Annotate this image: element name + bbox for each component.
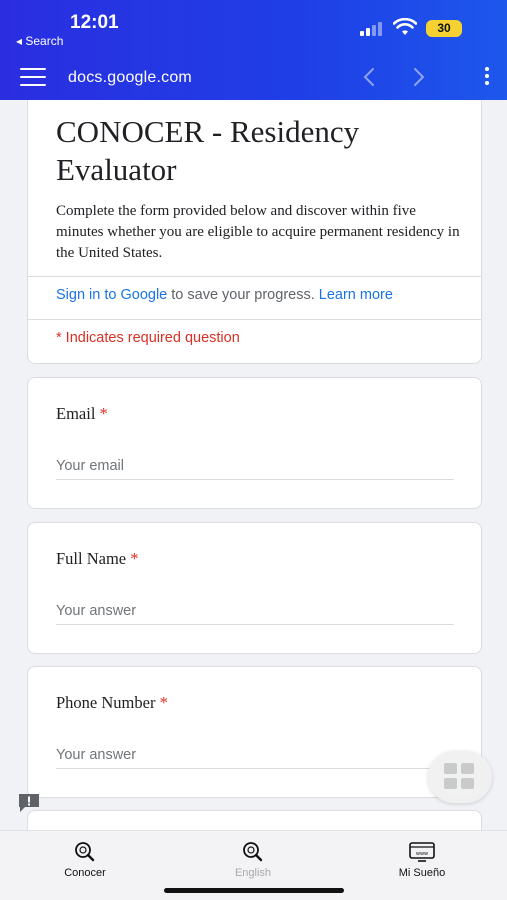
learn-more-link[interactable]: Learn more <box>319 287 393 303</box>
form-header-card: CONOCER - Residency Evaluator Complete t… <box>27 100 482 364</box>
question-label: Full Name <box>56 549 127 568</box>
svg-text:www: www <box>416 851 428 857</box>
required-star: * <box>99 404 108 423</box>
signin-text: to save your progress. <box>167 287 319 303</box>
tab-label: Conocer <box>64 867 106 879</box>
divider <box>28 319 481 320</box>
status-time: 12:01 <box>70 12 119 33</box>
search-icon <box>243 842 263 862</box>
apps-grid-button[interactable] <box>428 751 492 803</box>
question-title: Phone Number * <box>56 693 168 713</box>
signin-row: Sign in to Google to save your progress.… <box>56 287 393 303</box>
form-content[interactable]: CONOCER - Residency Evaluator Complete t… <box>0 100 507 830</box>
url-bar[interactable]: docs.google.com <box>68 69 192 87</box>
home-indicator <box>164 888 344 893</box>
required-star: * <box>130 549 139 568</box>
question-card-email: Email * <box>27 377 482 509</box>
top-bar: 12:01 ◂ Search 30 docs.google.com <box>0 0 507 100</box>
sign-in-link[interactable]: Sign in to Google <box>56 287 167 303</box>
tab-mi-sueno[interactable]: www Mi Sueño <box>377 841 467 879</box>
question-card-full-name: Full Name * <box>27 522 482 654</box>
more-options-icon[interactable] <box>480 67 494 89</box>
back-to-search-link[interactable]: ◂ Search <box>16 34 63 48</box>
email-field[interactable] <box>56 452 454 480</box>
form-title: CONOCER - Residency Evaluator <box>56 114 360 187</box>
tab-conocer[interactable]: Conocer <box>40 841 130 879</box>
divider <box>28 276 481 277</box>
wifi-icon <box>393 18 417 35</box>
forward-arrow-icon[interactable] <box>408 64 430 90</box>
back-arrow-icon[interactable] <box>358 64 380 90</box>
cellular-signal-icon <box>360 22 386 36</box>
search-icon <box>75 842 95 862</box>
tab-label: Mi Sueño <box>398 867 446 879</box>
question-label: Phone Number <box>56 693 156 712</box>
tab-english[interactable]: English <box>208 841 298 879</box>
tab-label: English <box>234 867 272 879</box>
question-card-next <box>27 810 482 830</box>
feedback-icon[interactable] <box>17 793 41 813</box>
browser-icon: www <box>409 842 435 862</box>
required-note: * Indicates required question <box>56 330 240 346</box>
question-card-phone: Phone Number * <box>27 666 482 798</box>
phone-number-field[interactable] <box>56 741 454 769</box>
question-title: Full Name * <box>56 549 139 569</box>
full-name-field[interactable] <box>56 597 454 625</box>
question-label: Email <box>56 404 96 423</box>
required-star: * <box>159 693 168 712</box>
form-description: Complete the form provided below and dis… <box>56 203 460 261</box>
battery-indicator: 30 <box>426 20 462 37</box>
menu-hamburger-icon[interactable] <box>20 68 46 88</box>
bottom-tab-bar: Conocer English www Mi Sueño <box>0 830 507 900</box>
question-title: Email * <box>56 404 108 424</box>
